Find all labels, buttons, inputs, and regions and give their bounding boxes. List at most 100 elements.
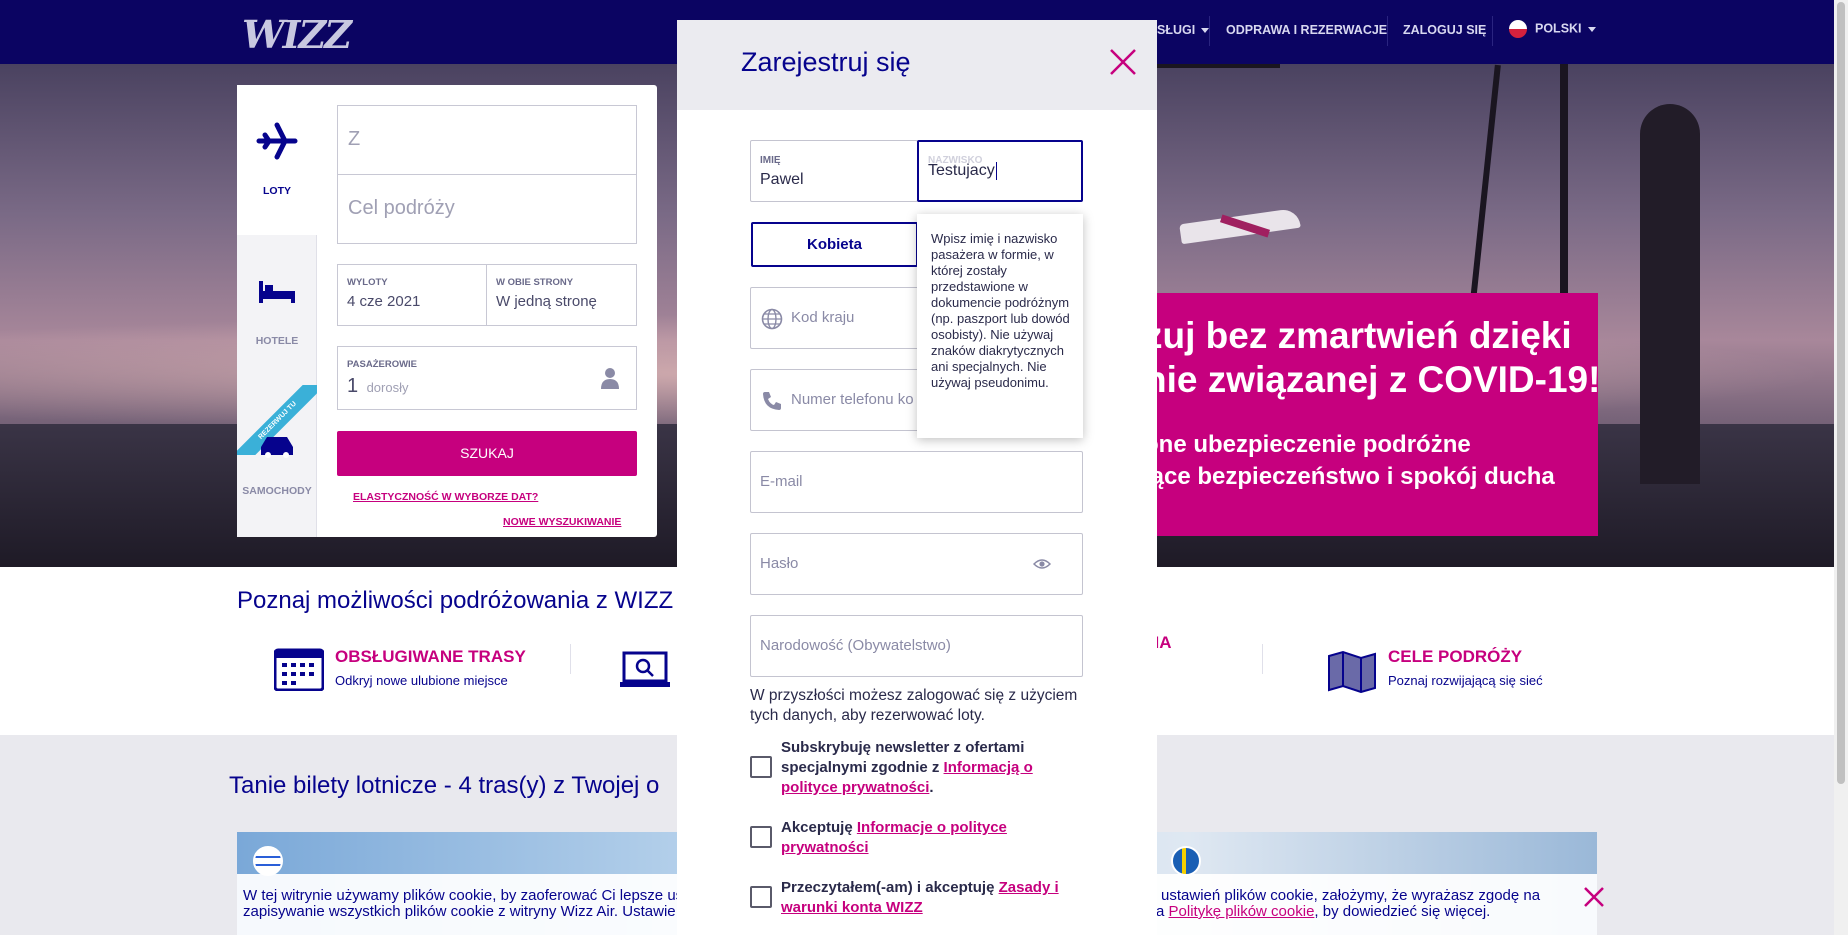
feature-routes[interactable]: OBSŁUGIWANE TRASY Odkryj nowe ulubione m…	[335, 647, 526, 688]
phone-placeholder: Numer telefonu ko	[791, 391, 914, 408]
terms-consent-text: Przeczytałem(-am) i akceptuję Zasady i w…	[781, 878, 1071, 918]
consent-text: .	[929, 779, 934, 796]
cookie-policy-link[interactable]: Politykę plików cookie	[1169, 903, 1315, 920]
tab-cars-label: SAMOCHODY	[242, 485, 312, 497]
return-date-field[interactable]: W OBIE STRONY W jedną stronę	[486, 264, 637, 326]
promo-headline: nie związanej z COVID-19!	[1144, 359, 1601, 400]
email-placeholder: E-mail	[760, 473, 803, 490]
laptop-search-icon	[620, 651, 670, 687]
worker-silhouette	[1640, 104, 1700, 484]
page-scrollbar[interactable]	[1834, 0, 1848, 935]
password-field[interactable]: Hasło	[750, 533, 1083, 595]
nationality-field[interactable]: Narodowość (Obywatelstwo)	[750, 615, 1083, 677]
close-icon[interactable]	[1109, 48, 1137, 76]
show-password-eye-icon[interactable]	[1033, 557, 1051, 571]
first-name-label: IMIĘ	[760, 155, 781, 166]
tab-flights-label: LOTY	[263, 185, 291, 197]
nav-services[interactable]: USŁUGI	[1148, 23, 1210, 37]
departure-date-field[interactable]: WYLOTY 4 cze 2021	[337, 264, 487, 326]
feature-destinations[interactable]: CELE PODRÓŻY Poznaj rozwijającą się sieć	[1388, 647, 1543, 688]
cookie-text-left: W tej witrynie używamy plików cookie, by…	[243, 888, 713, 920]
poland-flag-icon	[1509, 20, 1527, 38]
last-name-value: Testujacy	[928, 162, 997, 180]
last-name-text: Testujacy	[928, 162, 995, 180]
phone-icon	[763, 392, 781, 410]
email-field[interactable]: E-mail	[750, 451, 1083, 513]
covid-insurance-promo[interactable]: żuj bez zmartwień dzięki nie związanej z…	[1104, 293, 1601, 536]
tab-flights[interactable]: LOTY	[237, 85, 317, 235]
search-button[interactable]: SZUKAJ	[337, 431, 637, 476]
return-label: W OBIE STRONY	[496, 277, 574, 288]
gender-female-button[interactable]: Kobieta	[751, 222, 918, 267]
cookie-text-right: ch ustawień plików cookie, założymy, że …	[1141, 888, 1561, 920]
feature-divider	[1262, 644, 1263, 674]
sweden-flag-icon	[1171, 846, 1201, 876]
passengers-field[interactable]: PASAŻEROWIE 1 dorosły	[337, 346, 637, 410]
feature-destinations-subtitle: Poznaj rozwijającą się sieć	[1388, 673, 1543, 688]
modal-header: Zarejestruj się	[677, 20, 1157, 110]
newsletter-checkbox[interactable]	[750, 756, 772, 778]
promo-subtext: jące bezpieczeństwo i spokój ducha	[1144, 463, 1555, 490]
modal-title: Zarejestruj się	[741, 47, 911, 77]
cookie-text-fragment: , by dowiedzieć się więcej.	[1314, 903, 1491, 920]
last-name-field[interactable]: NAZWISKO Testujacy	[917, 140, 1083, 202]
search-tabs: LOTY REZERWUJ TU HOTELE SAMOCHODY	[237, 85, 317, 537]
chevron-down-icon	[1587, 26, 1596, 32]
person-icon	[601, 368, 619, 389]
calendar-icon	[274, 648, 324, 691]
nav-checkin[interactable]: ODPRAWA I REZERWACJE	[1226, 23, 1387, 37]
flight-search-panel: LOTY REZERWUJ TU HOTELE SAMOCHODY Z Cel …	[237, 85, 657, 537]
first-name-field[interactable]: IMIĘ Pawel	[750, 140, 918, 202]
nav-login[interactable]: ZALOGUJ SIĘ	[1403, 23, 1486, 37]
passengers-count: 1	[347, 375, 359, 397]
newsletter-consent-text: Subskrybuję newsletter z ofertami specja…	[781, 738, 1071, 798]
consent-text: Akceptuję	[781, 819, 857, 836]
airplane-icon	[256, 122, 298, 160]
flexible-dates-link[interactable]: ELASTYCZNOŚĆ W WYBORZE DAT?	[353, 491, 538, 503]
map-icon	[1328, 650, 1376, 693]
first-name-value: Pawel	[760, 171, 804, 188]
destination-input[interactable]: Cel podróży	[337, 174, 637, 244]
wizz-logo[interactable]: WIZZ	[242, 12, 352, 57]
passengers-label: PASAŻEROWIE	[347, 359, 418, 370]
origin-input[interactable]: Z	[337, 105, 637, 175]
nav-language[interactable]: POLSKI	[1509, 20, 1596, 38]
feature-routes-title: OBSŁUGIWANE TRASY	[335, 647, 526, 666]
bed-icon	[259, 281, 295, 303]
name-format-tooltip: Wpisz imię i nazwisko pasażera w formie,…	[917, 214, 1083, 438]
promo-headline: żuj bez zmartwień dzięki	[1144, 315, 1572, 356]
departure-label: WYLOTY	[347, 277, 388, 288]
new-search-link[interactable]: NOWE WYSZUKIWANIE	[503, 516, 621, 528]
feature-destinations-title: CELE PODRÓŻY	[1388, 647, 1523, 666]
feature-divider	[570, 644, 571, 674]
scrollbar-thumb[interactable]	[1837, 2, 1845, 784]
text-cursor	[995, 162, 997, 180]
cookie-text-line: W tej witrynie używamy plików cookie, by…	[243, 887, 684, 904]
feature-routes-subtitle: Odkryj nowe ulubione miejsce	[335, 673, 508, 688]
terms-checkbox[interactable]	[750, 886, 772, 908]
promo-subtext: one ubezpieczenie podróżne	[1144, 431, 1471, 458]
consent-text: Przeczytałem(-am) i akceptuję	[781, 879, 999, 896]
tab-cars[interactable]: SAMOCHODY	[237, 385, 317, 535]
privacy-checkbox[interactable]	[750, 826, 772, 848]
car-icon	[261, 437, 293, 458]
password-placeholder: Hasło	[760, 555, 799, 572]
country-code-placeholder: Kod kraju	[791, 309, 855, 326]
nationality-placeholder: Narodowość (Obywatelstwo)	[760, 637, 951, 654]
privacy-consent-text: Akceptuję Informacje o polityce prywatno…	[781, 818, 1071, 858]
nav-divider	[1387, 16, 1388, 46]
tab-hotels[interactable]: REZERWUJ TU HOTELE	[237, 235, 317, 455]
nav-language-label: POLSKI	[1535, 21, 1582, 36]
login-info-text: W przyszłości możesz zalogować się z uży…	[750, 687, 1078, 724]
origin-placeholder: Z	[348, 128, 361, 150]
close-icon[interactable]	[1583, 886, 1605, 908]
nav-divider	[1209, 16, 1210, 46]
departure-value: 4 cze 2021	[347, 293, 421, 310]
features-title: Poznaj możliwości podróżowania z WIZZ	[237, 587, 674, 614]
passengers-value: 1 dorosły	[347, 375, 409, 398]
passengers-type: dorosły	[366, 380, 409, 395]
israel-flag-icon	[253, 846, 283, 876]
tab-hotels-label: HOTELE	[255, 335, 299, 347]
return-value: W jedną stronę	[496, 293, 597, 310]
globe-icon	[761, 308, 783, 330]
